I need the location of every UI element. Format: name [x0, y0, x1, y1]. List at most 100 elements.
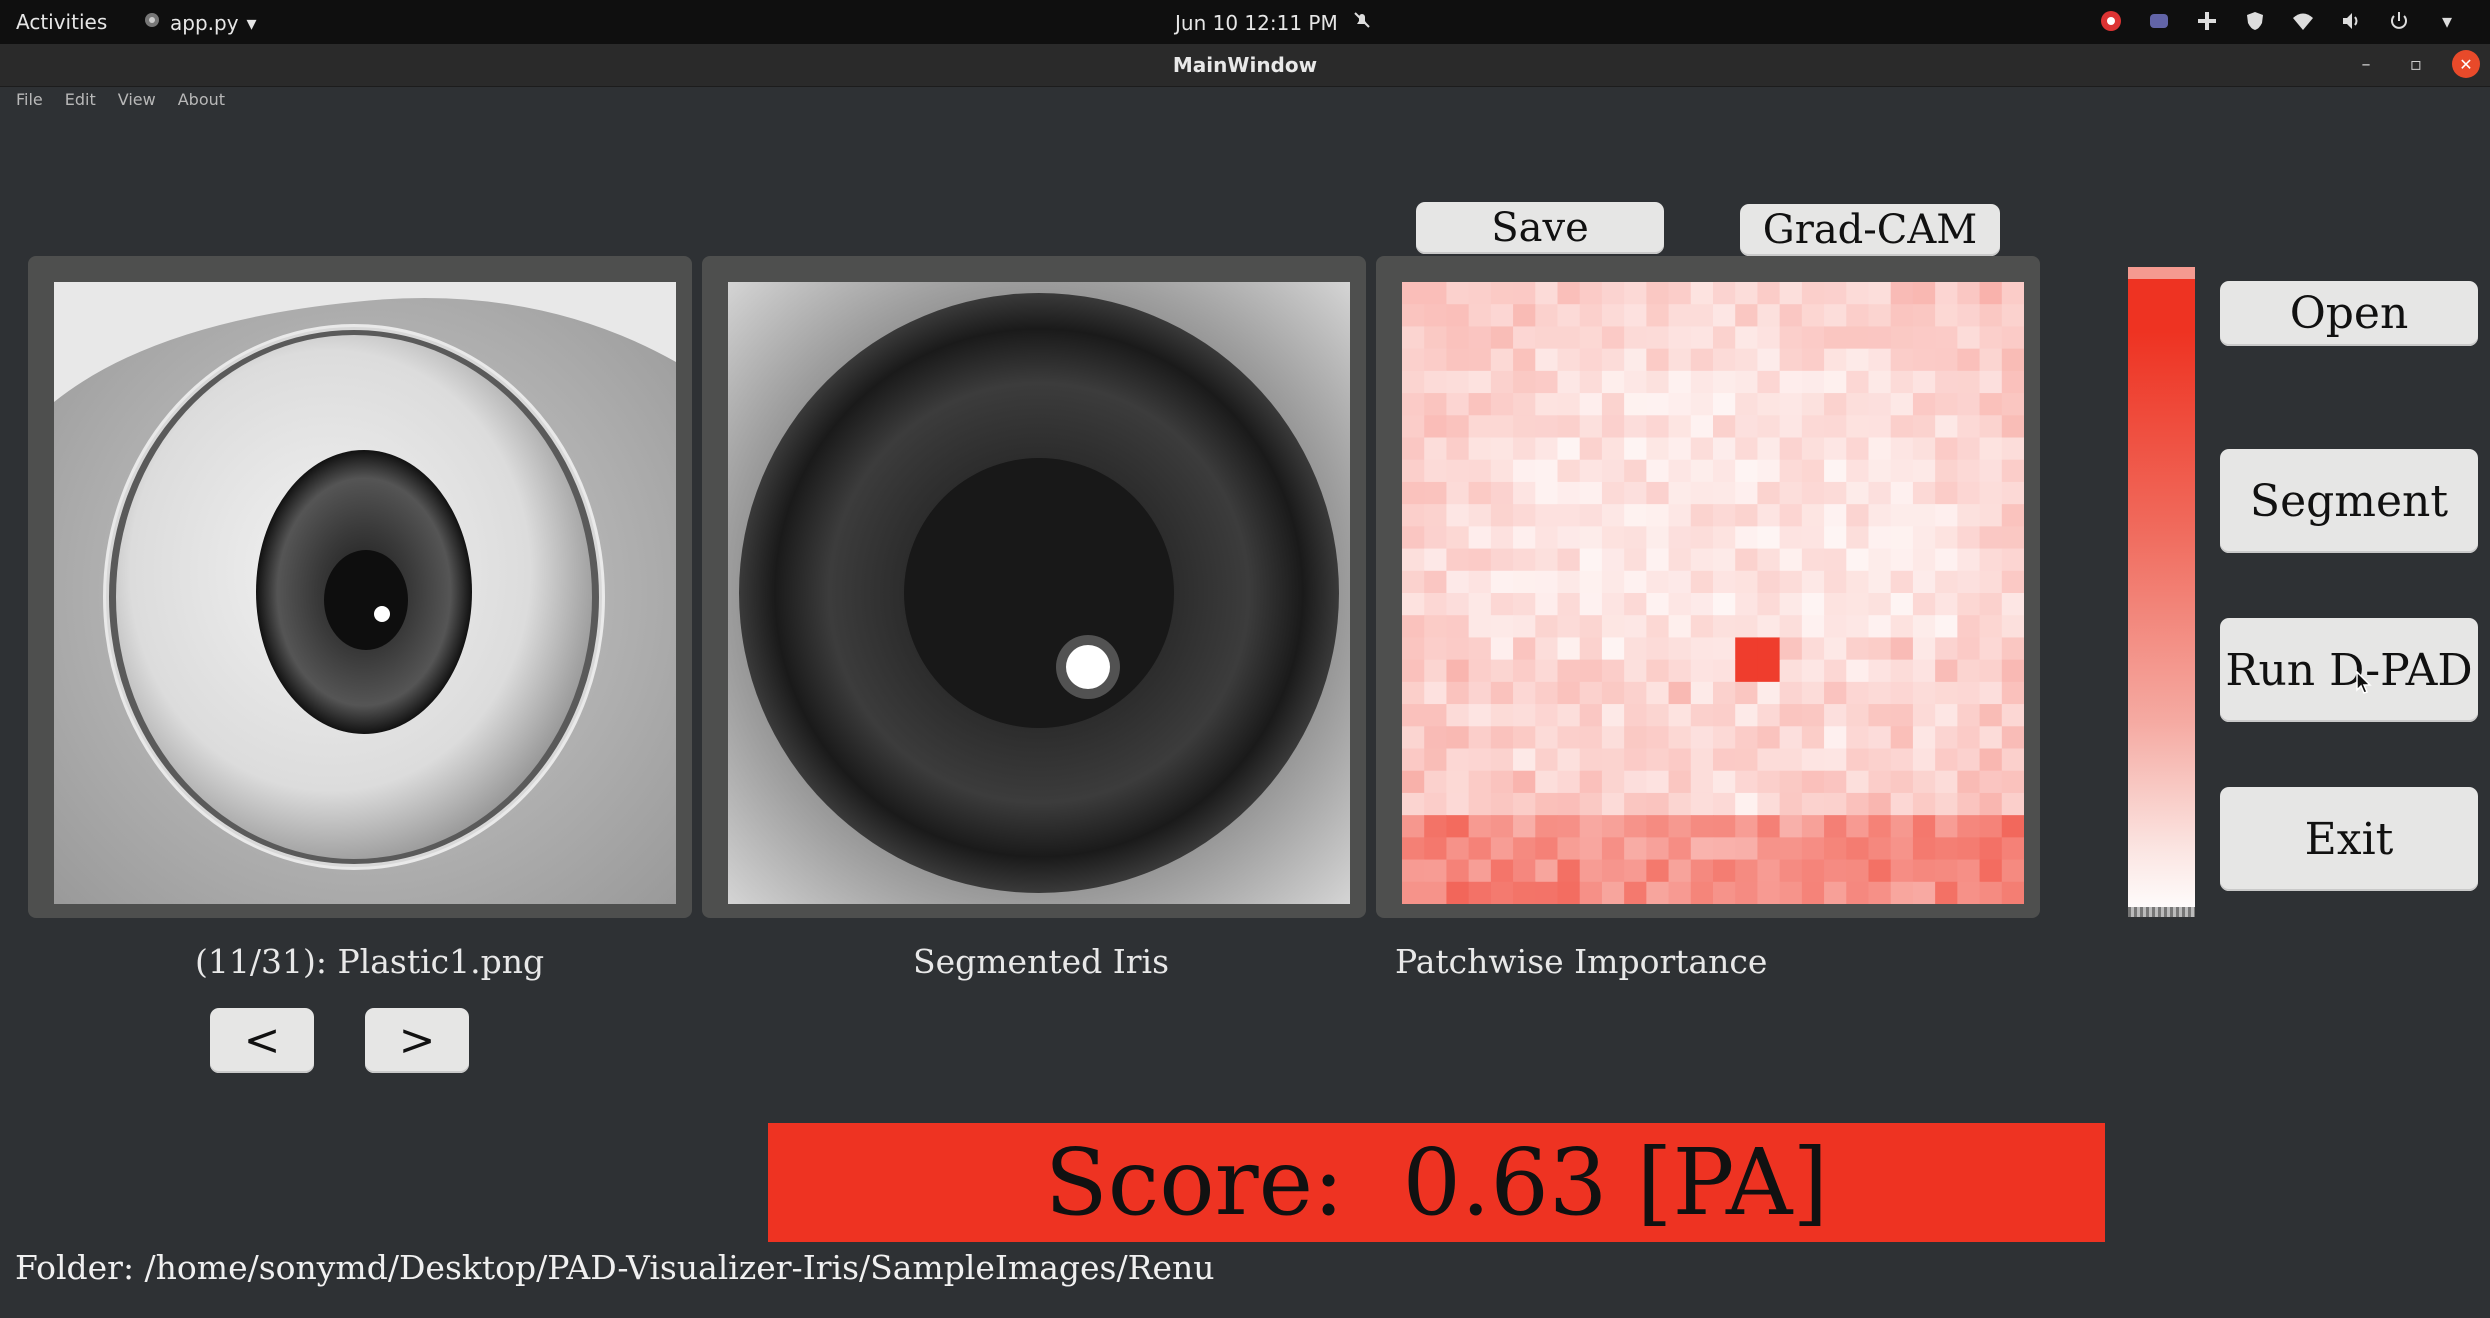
shield-icon[interactable]: [2242, 8, 2268, 34]
heatmap-patch: [1935, 304, 1958, 328]
heatmap-patch: [1557, 415, 1581, 439]
chrome-icon[interactable]: [2098, 8, 2124, 34]
open-button[interactable]: Open: [2220, 281, 2478, 346]
save-button[interactable]: Save: [1416, 202, 1664, 254]
segment-button[interactable]: Segment: [2220, 449, 2478, 553]
heatmap-patch: [1513, 415, 1536, 439]
heatmap-patch: [1446, 570, 1470, 594]
next-image-button[interactable]: >: [365, 1008, 469, 1073]
heatmap-patch: [1912, 393, 1936, 416]
menu-view[interactable]: View: [118, 90, 156, 109]
maximize-icon[interactable]: ▫: [2402, 50, 2430, 78]
heatmap-patch: [1624, 859, 1647, 883]
heatmap-patch: [1846, 837, 1870, 861]
heatmap-patch: [1846, 548, 1870, 572]
heatmap-patch: [1890, 748, 1914, 772]
heatmap-patch: [1579, 881, 1603, 904]
heatmap-patch: [1646, 615, 1670, 639]
heatmap-patch: [1735, 726, 1759, 750]
heatmap-patch: [1690, 726, 1714, 750]
heatmap-patch: [1690, 792, 1714, 816]
score-banner: Score: 0.63 [PA]: [768, 1123, 2105, 1242]
heatmap-patch: [1868, 637, 1892, 661]
heatmap-patch: [1757, 815, 1781, 838]
wifi-icon[interactable]: [2290, 8, 2316, 34]
menu-about[interactable]: About: [178, 90, 225, 109]
heatmap-patch: [1735, 748, 1759, 772]
exit-button[interactable]: Exit: [2220, 787, 2478, 891]
run-dpad-button[interactable]: Run D-PAD: [2220, 618, 2478, 722]
heatmap-patch: [1601, 726, 1625, 750]
heatmap-patch: [1446, 637, 1470, 661]
heatmap-patch: [1424, 415, 1448, 439]
heatmap-patch: [1890, 282, 1914, 305]
heatmap-patch: [1446, 348, 1470, 372]
heatmap-patch: [1601, 304, 1625, 328]
heatmap-patch: [1757, 370, 1781, 394]
heatmap-patch: [1535, 748, 1559, 772]
heatmap-patch: [1446, 459, 1470, 483]
heatmap-patch: [1713, 881, 1736, 904]
heatmap-patch: [1624, 593, 1647, 616]
heatmap-patch: [1801, 704, 1825, 727]
volume-icon[interactable]: [2338, 8, 2364, 34]
app-menu[interactable]: app.py ▾: [142, 10, 257, 35]
heatmap-patch: [1979, 659, 2003, 683]
menu-file[interactable]: File: [16, 90, 43, 109]
heatmap-patch: [1446, 792, 1470, 816]
heatmap-patch: [1513, 526, 1536, 550]
prev-image-button[interactable]: <: [210, 1008, 314, 1073]
heatmap-patch: [1979, 837, 2003, 861]
heatmap-patch: [1535, 659, 1559, 683]
heatmap-patch: [1801, 770, 1825, 794]
gradcam-button[interactable]: Grad-CAM: [1740, 204, 2000, 256]
heatmap-patch: [2001, 593, 2024, 616]
heatmap-patch: [1979, 681, 2003, 705]
activities-button[interactable]: Activities: [16, 10, 107, 34]
close-icon[interactable]: ✕: [2452, 50, 2480, 78]
heatmap-patch: [1557, 837, 1581, 861]
power-icon[interactable]: [2386, 8, 2412, 34]
heatmap-patch: [1979, 881, 2003, 904]
heatmap-patch: [1402, 304, 1425, 328]
heatmap-patch: [1979, 437, 2003, 461]
heatmap-patch: [1646, 459, 1670, 483]
heatmap-patch: [1490, 504, 1514, 527]
heatmap-patch: [1690, 393, 1714, 416]
heatmap-patch: [1935, 792, 1958, 816]
clock[interactable]: Jun 10 12:11 PM: [1175, 10, 1372, 35]
heatmap-patch: [1912, 837, 1936, 861]
heatmap-patch: [1646, 770, 1670, 794]
heatmap-patch: [1735, 637, 1759, 661]
heatmap-patch: [1957, 748, 1981, 772]
heatmap-patch: [1957, 526, 1981, 550]
heatmap-patch: [1979, 393, 2003, 416]
heatmap-patch: [1912, 881, 1936, 904]
heatmap-patch: [1890, 437, 1914, 461]
heatmap-patch: [1824, 681, 1847, 705]
heatmap-patch: [1779, 548, 1803, 572]
heatmap-patch: [1890, 726, 1914, 750]
slack-icon[interactable]: [2194, 8, 2220, 34]
heatmap-patch: [1846, 348, 1870, 372]
heatmap-patch: [1735, 704, 1759, 727]
heatmap-patch: [1779, 459, 1803, 483]
heatmap-patch: [1690, 704, 1714, 727]
heatmap-patch: [1846, 815, 1870, 838]
heatmap-patch: [1912, 792, 1936, 816]
heatmap-patch: [1513, 370, 1536, 394]
chevron-down-icon[interactable]: ▾: [2434, 8, 2460, 34]
heatmap-patch: [1424, 770, 1448, 794]
heatmap-patch: [1424, 726, 1448, 750]
teams-icon[interactable]: [2146, 8, 2172, 34]
minimize-icon[interactable]: –: [2352, 50, 2380, 78]
heatmap-patch: [2001, 415, 2024, 439]
heatmap-patch: [1713, 348, 1736, 372]
heatmap-patch: [1668, 437, 1692, 461]
heatmap-patch: [1735, 282, 1759, 305]
heatmap-patch: [1912, 504, 1936, 527]
heatmap-patch: [1935, 615, 1958, 639]
heatmap-patch: [1912, 459, 1936, 483]
heatmap-patch: [1801, 459, 1825, 483]
menu-edit[interactable]: Edit: [65, 90, 96, 109]
